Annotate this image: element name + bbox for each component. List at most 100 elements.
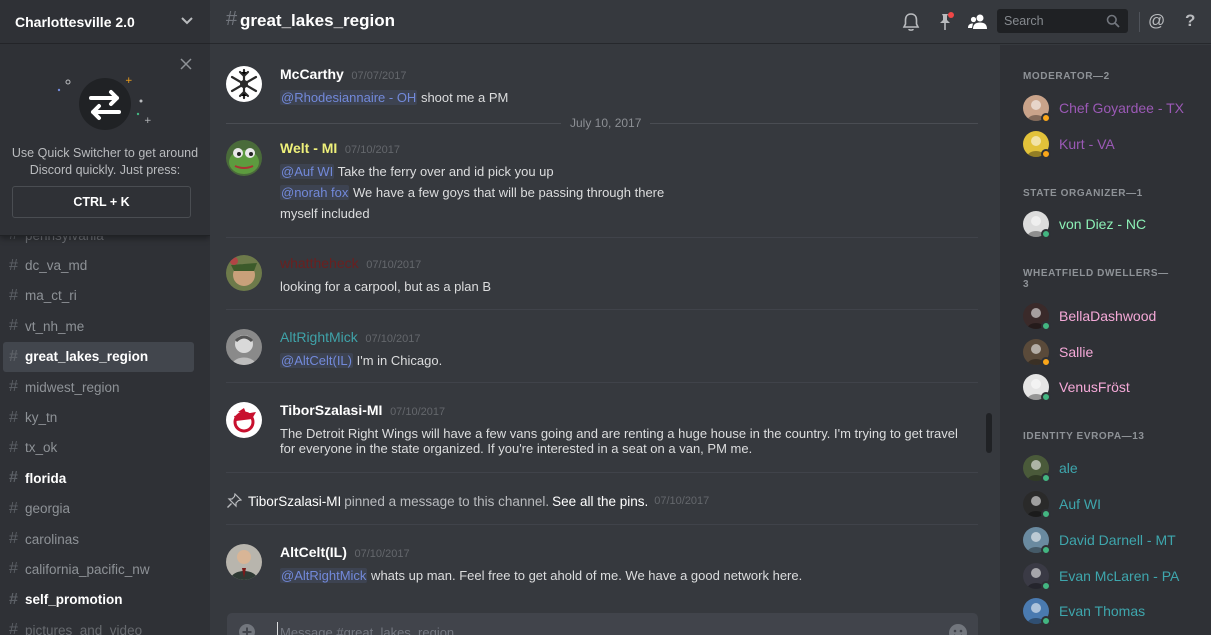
guild-header[interactable]: Charlottesville 2.0 (0, 0, 210, 44)
user-mention[interactable]: @AltRightMick (280, 568, 368, 583)
message-text: @AltRightMick whats up man. Feel free to… (280, 568, 803, 583)
channel-label: california_pacific_nw (25, 561, 150, 577)
message-timestamp: 07/10/2017 (654, 495, 710, 507)
member-item[interactable]: ale (1023, 455, 1203, 485)
message-text: @Auf WI Take the ferry over and id pick … (280, 164, 554, 179)
channel-item-midwest-region[interactable]: # midwest_region (3, 372, 194, 402)
status-indicator (1041, 509, 1051, 519)
pin-icon (227, 493, 242, 508)
channel-label: vt_nh_me (25, 318, 85, 334)
channel-item-tx-ok[interactable]: # tx_ok (3, 433, 194, 463)
channel-item-ky-tn[interactable]: # ky_tn (3, 402, 194, 432)
channel-label: florida (25, 470, 67, 486)
member-item[interactable]: Evan McLaren - PA (1023, 563, 1203, 593)
member-item[interactable]: Kurt - VA (1023, 131, 1203, 161)
search-box[interactable] (997, 9, 1128, 33)
svg-text:+: + (144, 116, 152, 126)
quick-switcher-illustration: + + (57, 76, 152, 130)
channel-title: great_lakes_region (240, 11, 395, 30)
channel-sidebar: #pennsylvania#dc_va_md#ma_ct_ri#vt_nh_me… (0, 0, 210, 635)
bust-avatar-icon (226, 329, 262, 365)
member-item[interactable]: Evan Thomas (1023, 598, 1203, 628)
channel-hash-icon: # (226, 8, 238, 30)
message-composer (227, 613, 978, 635)
channel-hash-icon: # (9, 560, 18, 578)
message-author[interactable]: TiborSzalasi-MI (280, 402, 382, 418)
pinned-messages-icon[interactable] (934, 11, 956, 33)
member-item[interactable]: Chef Goyardee - TX (1023, 95, 1203, 125)
message-author[interactable]: AltRightMick (280, 329, 358, 345)
message-author[interactable]: whattheheck (280, 255, 359, 271)
channel-hash-icon: # (9, 256, 18, 274)
user-mention[interactable]: @Auf WI (280, 164, 335, 179)
message-text: @norah fox We have a few goys that will … (280, 185, 665, 200)
message-timestamp: 07/10/2017 (390, 406, 446, 418)
channel-item-pictures-and-video[interactable]: # pictures_and_video (3, 615, 194, 635)
status-indicator (1041, 392, 1051, 402)
channel-item-ma-ct-ri[interactable]: # ma_ct_ri (3, 281, 194, 311)
message-author[interactable]: Welt - MI (280, 140, 337, 156)
message-text: looking for a carpool, but as a plan B (280, 279, 492, 294)
avatar[interactable] (226, 544, 262, 580)
emoji-icon[interactable] (948, 623, 968, 635)
bell-icon[interactable] (900, 11, 922, 33)
see-all-pins-link[interactable]: See all the pins. (552, 494, 648, 509)
channel-hash-icon: # (9, 286, 18, 304)
channel-hash-icon: # (9, 499, 18, 517)
message-text: @Rhodesiannaire - OH shoot me a PM (280, 90, 509, 105)
message-text: for everyone in the state organized. If … (280, 441, 753, 456)
channel-item-california-pacific-nw[interactable]: # california_pacific_nw (3, 554, 194, 584)
upload-plus-icon[interactable] (238, 623, 256, 635)
message-input[interactable] (277, 622, 877, 635)
channel-item-carolinas[interactable]: # carolinas (3, 524, 194, 554)
member-item[interactable]: BellaDashwood (1023, 303, 1203, 333)
channel-hash-icon: # (9, 469, 18, 487)
day-divider-label: July 10, 2017 (561, 116, 651, 130)
scrollbar-thumb[interactable] (986, 413, 992, 453)
role-header: STATE ORGANIZER—1 (1023, 188, 1143, 199)
message-author[interactable]: AltCelt(IL) (280, 544, 347, 560)
user-mention[interactable]: @Rhodesiannaire - OH (280, 90, 418, 105)
mentions-button[interactable]: @ (1148, 11, 1165, 31)
message-scrollbar[interactable] (984, 45, 994, 595)
quick-switcher-shortcut[interactable]: CTRL + K (12, 186, 191, 218)
avatar[interactable] (226, 66, 262, 102)
channel-item-great-lakes-region[interactable]: # great_lakes_region (3, 341, 194, 372)
member-name: BellaDashwood (1059, 308, 1157, 324)
message-author[interactable]: McCarthy (280, 66, 344, 82)
quick-switcher-popout: + + Use Quick Switcher to get around Dis… (0, 44, 210, 236)
status-indicator (1041, 581, 1051, 591)
channel-hash-icon: # (9, 347, 18, 365)
channel-item-florida[interactable]: # florida (3, 463, 194, 493)
status-indicator (1041, 149, 1051, 159)
status-indicator (1041, 545, 1051, 555)
channel-label: ky_tn (25, 410, 58, 426)
channel-hash-icon: # (9, 438, 18, 456)
user-mention[interactable]: @AltCelt(IL) (280, 353, 353, 368)
member-item[interactable]: Auf WI (1023, 491, 1203, 521)
close-icon[interactable] (180, 58, 192, 70)
avatar[interactable] (226, 329, 262, 365)
member-item[interactable]: David Darnell - MT (1023, 527, 1203, 557)
channel-item-vt-nh-me[interactable]: # vt_nh_me (3, 311, 194, 341)
member-name: Sallie (1059, 344, 1094, 360)
portrait-avatar-icon (226, 544, 262, 580)
pin-author[interactable]: TiborSzalasi-MI (248, 494, 341, 509)
avatar[interactable] (226, 255, 262, 291)
member-item[interactable]: Sallie (1023, 339, 1203, 369)
help-button[interactable]: ? (1185, 11, 1195, 31)
channel-item-self-promotion[interactable]: # self_promotion (3, 585, 194, 615)
avatar[interactable] (226, 402, 262, 438)
role-header: IDENTITY EVROPA—13 (1023, 431, 1145, 442)
member-item[interactable]: VenusFröst (1023, 374, 1203, 404)
message-separator (226, 382, 978, 383)
avatar[interactable] (226, 140, 262, 176)
status-indicator (1041, 229, 1051, 239)
user-mention[interactable]: @norah fox (280, 185, 350, 200)
status-indicator (1041, 357, 1051, 367)
channel-item-dc-va-md[interactable]: # dc_va_md (3, 250, 194, 280)
status-indicator (1041, 616, 1051, 626)
member-item[interactable]: von Diez - NC (1023, 211, 1203, 241)
channel-item-georgia[interactable]: # georgia (3, 494, 194, 524)
member-list-icon[interactable] (967, 11, 989, 33)
